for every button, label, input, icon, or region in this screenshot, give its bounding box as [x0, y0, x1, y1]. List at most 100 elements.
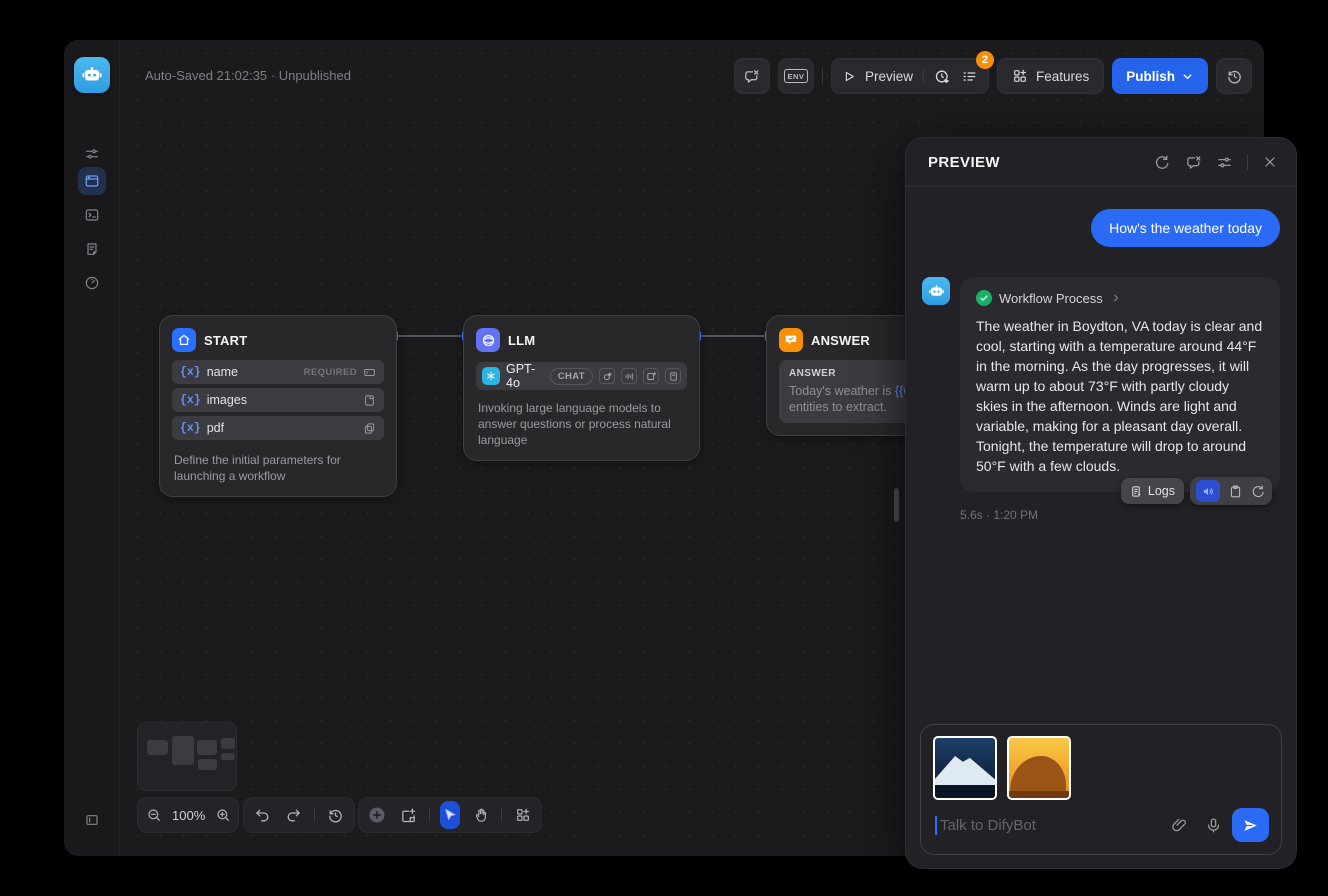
minimap-node	[221, 753, 235, 760]
composer	[920, 724, 1282, 855]
canvas-scrollbar[interactable]	[894, 488, 899, 522]
checklist-badge: 2	[976, 51, 994, 69]
document-capability-icon	[665, 368, 681, 384]
zoom-level: 100%	[172, 808, 205, 823]
version-history-icon	[327, 807, 344, 824]
publish-button[interactable]: Publish	[1112, 58, 1208, 94]
attach-file-button[interactable]	[1171, 817, 1188, 834]
node-description: Invoking large language models to answer…	[464, 392, 699, 460]
logs-button[interactable]: Logs	[1121, 478, 1184, 504]
text-cursor	[935, 816, 937, 835]
message-actions: Logs	[1121, 477, 1272, 505]
retry-icon	[1251, 484, 1266, 499]
tab-logs[interactable]	[78, 235, 106, 263]
chat-x-icon	[1185, 154, 1202, 171]
zoom-in-button[interactable]	[215, 801, 231, 829]
speaker-icon	[1202, 485, 1215, 498]
node-description: Define the initial parameters for launch…	[160, 444, 396, 496]
header-divider	[1247, 154, 1248, 170]
add-icon	[367, 805, 387, 825]
files-icon	[363, 422, 376, 435]
change-history-button[interactable]	[325, 801, 346, 829]
gauge-icon	[84, 275, 100, 291]
regenerate-button[interactable]	[1251, 484, 1266, 499]
run-history-button[interactable]	[934, 68, 951, 85]
chat-input[interactable]	[940, 817, 1171, 834]
pointer-mode-button[interactable]	[440, 801, 461, 829]
conversation-settings-button[interactable]	[1216, 154, 1233, 171]
input-field-icon	[363, 366, 376, 379]
attached-image-fuji[interactable]	[933, 736, 997, 800]
undo-icon	[254, 807, 271, 824]
tab-orchestrate[interactable]	[78, 167, 106, 195]
workflow-settings-button[interactable]	[78, 140, 106, 168]
hand-mode-button[interactable]	[470, 801, 491, 829]
zoom-in-icon	[215, 807, 231, 823]
version-history-icon	[1226, 68, 1243, 85]
annotation-toggle-button[interactable]	[1185, 154, 1202, 171]
node-title: ANSWER	[811, 333, 870, 348]
mic-icon	[1205, 817, 1222, 834]
paperclip-icon	[1171, 817, 1188, 834]
node-title: LLM	[508, 333, 535, 348]
tab-api-access[interactable]	[78, 201, 106, 229]
version-history-button[interactable]	[1216, 58, 1252, 94]
send-button[interactable]	[1232, 808, 1269, 842]
logs-icon	[1130, 485, 1143, 498]
node-llm[interactable]: LLM GPT-4o CHAT Invoking large language …	[463, 315, 700, 461]
audio-capability-icon	[621, 368, 637, 384]
redo-button[interactable]	[283, 801, 304, 829]
vision-capability-icon	[599, 368, 615, 384]
voice-input-button[interactable]	[1205, 817, 1222, 834]
app-logo[interactable]	[74, 57, 110, 93]
minimap-node	[221, 738, 235, 749]
attached-image-dune[interactable]	[1007, 736, 1071, 800]
chevron-right-icon	[1110, 292, 1122, 304]
copy-button[interactable]	[1228, 484, 1243, 499]
clipboard-icon	[1228, 484, 1243, 499]
env-variables-button[interactable]: ENV	[778, 58, 814, 94]
collapse-panel-icon	[84, 812, 100, 828]
collapse-sidebar-button[interactable]	[78, 806, 106, 834]
group-divider	[923, 68, 924, 84]
tab-monitoring[interactable]	[78, 269, 106, 297]
canvas-tools	[358, 797, 542, 833]
play-icon	[842, 69, 857, 84]
minimap[interactable]	[137, 722, 237, 791]
history-controls	[243, 797, 355, 833]
image-capability-icon	[643, 368, 659, 384]
features-button[interactable]: Features	[997, 58, 1104, 94]
user-message-bubble: How's the weather today	[1091, 209, 1280, 247]
zoom-out-button[interactable]	[146, 801, 162, 829]
hand-icon	[473, 807, 489, 823]
window-icon	[84, 173, 100, 189]
image-file-icon	[363, 394, 376, 407]
preview-button[interactable]: Preview	[842, 69, 913, 84]
minimap-node	[147, 740, 168, 755]
sliders-icon	[84, 146, 100, 162]
organize-blocks-button[interactable]	[512, 801, 533, 829]
message-meta: 5.6s · 1:20 PM	[960, 508, 1280, 522]
answer-bubble-icon	[779, 328, 803, 352]
add-note-button[interactable]	[398, 801, 419, 829]
brain-icon	[476, 328, 500, 352]
zoom-out-icon	[146, 807, 162, 823]
node-start[interactable]: START {x} name REQUIRED {x} images {x} p…	[159, 315, 397, 497]
close-preview-button[interactable]	[1262, 154, 1278, 170]
start-field-name: {x} name REQUIRED	[172, 360, 384, 384]
bot-message-card: Workflow Process The weather in Boydton,…	[960, 277, 1280, 492]
logs-icon	[84, 241, 100, 257]
undo-button[interactable]	[252, 801, 273, 829]
send-icon	[1242, 817, 1259, 834]
env-icon: ENV	[784, 69, 808, 83]
minimap-node	[198, 759, 217, 770]
restart-conversation-button[interactable]	[1154, 154, 1171, 171]
checklist-button[interactable]	[961, 68, 978, 85]
add-node-button[interactable]	[367, 801, 388, 829]
workflow-process-toggle[interactable]: Workflow Process	[976, 290, 1264, 306]
speaker-button[interactable]	[1196, 480, 1220, 502]
autosave-status: Auto-Saved 21:02:35 · Unpublished	[145, 68, 351, 83]
annotation-button[interactable]	[734, 58, 770, 94]
chat-x-icon	[743, 68, 760, 85]
home-icon	[172, 328, 196, 352]
